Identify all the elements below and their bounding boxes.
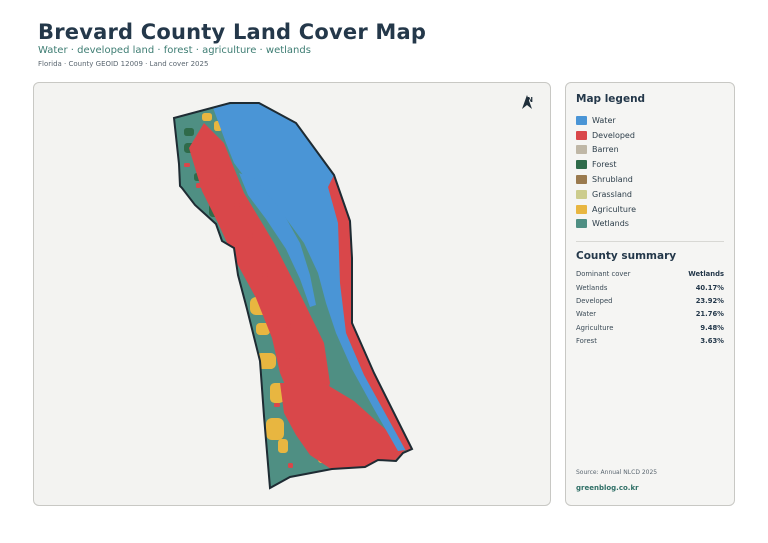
agriculture-patch: [202, 113, 212, 121]
legend-swatch: [576, 145, 587, 155]
map-panel[interactable]: N: [33, 82, 551, 506]
legend-item: Barren: [576, 143, 724, 158]
summary-row: Dominant cover Wetlands: [576, 270, 724, 283]
summary-row: Developed 23.92%: [576, 297, 724, 310]
north-arrow-icon: [522, 95, 532, 109]
summary-table: Dominant cover Wetlands Wetlands 40.17% Deve…: [576, 270, 724, 350]
legend-panel: Map legend Water Developed Barren Forest Shr…: [565, 82, 735, 506]
legend-list: Water Developed Barren Forest Shrubland Grass…: [576, 113, 724, 231]
forest-patch: [184, 128, 194, 136]
developed-speck: [248, 233, 253, 238]
agriculture-patch: [278, 439, 288, 453]
developed-speck: [184, 163, 190, 167]
page-meta: Florida · County GEOID 12009 · Land cove…: [38, 60, 209, 68]
brand-link[interactable]: greenblog.co.kr: [576, 484, 639, 492]
agriculture-patch: [266, 418, 284, 440]
legend-divider: [576, 241, 724, 243]
legend-label: Grassland: [592, 189, 632, 199]
legend-swatch: [576, 160, 587, 170]
legend-swatch: [576, 189, 587, 199]
legend-label: Wetlands: [592, 219, 629, 229]
legend-swatch: [576, 219, 587, 229]
page-subtitle: Water · developed land · forest · agricu…: [38, 45, 311, 56]
north-arrow: N: [522, 95, 538, 109]
developed-speck: [274, 403, 280, 407]
legend-label: Water: [592, 115, 616, 125]
developed-speck: [296, 353, 300, 359]
summary-label: Agriculture: [576, 323, 614, 332]
legend-item: Agriculture: [576, 202, 724, 217]
developed-speck: [306, 475, 312, 479]
legend-swatch: [576, 130, 587, 140]
summary-label: Wetlands: [576, 283, 608, 292]
land-cover-layers: [174, 103, 412, 488]
summary-row: Forest 3.63%: [576, 337, 724, 350]
summary-value: 40.17%: [695, 283, 724, 292]
developed-speck: [234, 203, 240, 207]
legend-item: Wetlands: [576, 217, 724, 232]
legend-label: Developed: [592, 130, 635, 140]
legend-title: Map legend: [576, 93, 646, 105]
developed-speck: [216, 173, 220, 179]
page-title: Brevard County Land Cover Map: [38, 20, 427, 44]
legend-item: Shrubland: [576, 172, 724, 187]
summary-value: 9.48%: [700, 323, 724, 332]
legend-item: Water: [576, 113, 724, 128]
legend-label: Shrubland: [592, 175, 633, 185]
summary-row: Agriculture 9.48%: [576, 324, 724, 337]
summary-label: Water: [576, 310, 597, 319]
summary-value: 23.92%: [695, 296, 724, 305]
source-note: Source: Annual NLCD 2025: [576, 469, 658, 476]
developed-speck: [196, 183, 201, 188]
legend-swatch: [576, 204, 587, 214]
summary-value: 21.76%: [695, 310, 724, 319]
legend-label: Barren: [592, 145, 619, 155]
legend-label: Forest: [592, 160, 617, 170]
summary-title: County summary: [576, 250, 677, 263]
legend-item: Grassland: [576, 187, 724, 202]
summary-value: Wetlands: [688, 270, 724, 279]
summary-value: 3.63%: [700, 336, 724, 345]
developed-speck: [286, 323, 291, 328]
legend-item: Developed: [576, 128, 724, 143]
county-map[interactable]: [34, 83, 551, 506]
legend-item: Forest: [576, 157, 724, 172]
developed-speck: [288, 463, 293, 468]
summary-label: Forest: [576, 336, 597, 345]
legend-swatch: [576, 175, 587, 185]
legend-swatch: [576, 115, 587, 125]
legend-label: Agriculture: [592, 204, 636, 214]
developed-speck: [262, 273, 268, 277]
summary-label: Developed: [576, 296, 613, 305]
summary-row: Water 21.76%: [576, 310, 724, 323]
summary-row: Wetlands 40.17%: [576, 284, 724, 297]
summary-label: Dominant cover: [576, 270, 631, 279]
